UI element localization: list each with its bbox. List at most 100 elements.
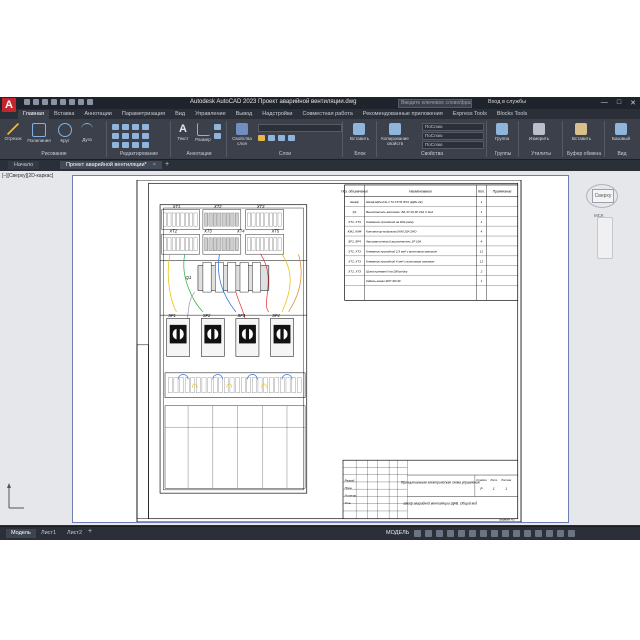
hardware-acceleration-icon[interactable]	[546, 530, 553, 537]
ribbon-tab-4[interactable]: Вид	[170, 110, 190, 119]
color-combo[interactable]: ПоСлою	[422, 123, 484, 131]
open-file-icon[interactable]	[33, 99, 39, 105]
ribbon-tab-3[interactable]: Параметризация	[117, 110, 170, 119]
snap-icon[interactable]	[425, 530, 432, 537]
linetype-combo[interactable]: ПоСлою	[422, 132, 484, 140]
close-tab-icon[interactable]: ×	[153, 162, 156, 168]
maximize-button[interactable]: □	[617, 99, 621, 107]
explode-icon[interactable]	[142, 133, 149, 139]
arc-button[interactable]: Дуга	[78, 123, 96, 142]
fillet-icon[interactable]	[132, 133, 139, 139]
ribbon-tab-0[interactable]: Главная	[18, 110, 49, 119]
modify-group-title[interactable]: Редактирование	[108, 151, 170, 157]
plot-icon[interactable]	[69, 99, 75, 105]
ribbon-tab-11[interactable]: Blocks Tools	[492, 110, 532, 119]
ribbon-tab-6[interactable]: Вывод	[231, 110, 258, 119]
layer-freeze-icon[interactable]	[268, 135, 275, 141]
layout-tab-1[interactable]: Лист1	[36, 529, 61, 538]
groups-group-title[interactable]: Группы	[488, 151, 518, 157]
ortho-icon[interactable]	[436, 530, 443, 537]
viewcube[interactable]: Сверху	[586, 181, 618, 211]
circle-button[interactable]: Круг	[56, 123, 74, 143]
grid-icon[interactable]	[414, 530, 421, 537]
navigation-bar[interactable]	[597, 217, 613, 259]
layers-group-title[interactable]: Слои	[228, 151, 342, 157]
signin-button[interactable]: Вход в службы	[488, 99, 526, 105]
layer-lock-icon[interactable]	[278, 135, 285, 141]
viewport-controls-label[interactable]: [–][Сверху][2D-каркас]	[2, 173, 53, 179]
new-layout-button[interactable]: +	[88, 528, 92, 535]
view-group-title[interactable]: Вид	[606, 151, 638, 157]
layer-match-icon[interactable]	[288, 135, 295, 141]
tab-start[interactable]: Начало	[8, 161, 40, 169]
measure-button[interactable]: Измерить	[526, 123, 552, 141]
undo-icon[interactable]	[78, 99, 84, 105]
minimize-button[interactable]: —	[601, 99, 608, 107]
tab-drawing[interactable]: Проект аварийной вентиляции* ×	[60, 161, 162, 169]
offset-icon[interactable]	[142, 142, 149, 148]
table-icon[interactable]	[214, 133, 221, 139]
ribbon-tab-7[interactable]: Надстройки	[257, 110, 297, 119]
terminal-clamp	[213, 237, 217, 251]
utilities-group-title[interactable]: Утилиты	[520, 151, 562, 157]
viewcube-top-face[interactable]: Сверху	[592, 189, 614, 203]
ribbon-tab-10[interactable]: Express Tools	[448, 110, 492, 119]
new-tab-button[interactable]: +	[165, 161, 169, 168]
layer-combo[interactable]	[258, 124, 342, 132]
selection-cycling-icon[interactable]	[502, 530, 509, 537]
move-icon[interactable]	[112, 124, 119, 130]
erase-icon[interactable]	[142, 124, 149, 130]
clean-screen-icon[interactable]	[557, 530, 564, 537]
copy-icon[interactable]	[112, 133, 119, 139]
annotation-group-title[interactable]: Аннотации	[172, 151, 226, 157]
model-space-toggle[interactable]: МОДЕЛЬ	[386, 530, 409, 536]
trim-icon[interactable]	[132, 124, 139, 130]
match-properties-button[interactable]: Копирование свойств	[380, 123, 410, 146]
layer-on-icon[interactable]	[258, 135, 265, 141]
dimension-button[interactable]: Размер	[194, 123, 212, 142]
properties-group-title[interactable]: Свойства	[378, 151, 486, 157]
insert-block-button[interactable]: Вставить	[350, 123, 369, 141]
mirror-icon[interactable]	[122, 133, 129, 139]
clipboard-group-title[interactable]: Буфер обмена	[564, 151, 604, 157]
osnap-icon[interactable]	[458, 530, 465, 537]
base-view-button[interactable]: Базовый	[612, 123, 630, 141]
layer-properties-button[interactable]: Свойства слоя	[230, 123, 254, 146]
ribbon-tab-5[interactable]: Управление	[190, 110, 231, 119]
paste-button[interactable]: Вставить	[572, 123, 591, 141]
redo-icon[interactable]	[87, 99, 93, 105]
line-button[interactable]: Отрезок	[4, 123, 22, 141]
annotation-scale-icon[interactable]	[513, 530, 520, 537]
workspace-gear-icon[interactable]	[524, 530, 531, 537]
leader-icon[interactable]	[214, 124, 221, 130]
transparency-icon[interactable]	[491, 530, 498, 537]
block-group-title[interactable]: Блок	[344, 151, 376, 157]
ribbon-tab-2[interactable]: Аннотации	[79, 110, 117, 119]
group-button[interactable]: Группа	[493, 123, 511, 141]
polar-icon[interactable]	[447, 530, 454, 537]
rotate-icon[interactable]	[122, 124, 129, 130]
array-icon[interactable]	[132, 142, 139, 148]
layout-tab-model[interactable]: Модель	[6, 529, 36, 538]
customize-menu-icon[interactable]	[568, 530, 575, 537]
scale-icon[interactable]	[122, 142, 129, 148]
save-icon[interactable]	[42, 99, 48, 105]
otrack-icon[interactable]	[469, 530, 476, 537]
save-as-icon[interactable]	[51, 99, 57, 105]
lineweight-icon[interactable]	[480, 530, 487, 537]
cloud-icon[interactable]	[60, 99, 66, 105]
ribbon-tab-9[interactable]: Рекомендованные приложения	[358, 110, 448, 119]
lineweight-combo[interactable]: ПоСлою	[422, 141, 484, 149]
ribbon-tab-1[interactable]: Вставка	[49, 110, 79, 119]
layout-tab-2[interactable]: Лист2	[62, 529, 87, 538]
ribbon-tab-8[interactable]: Совместная работа	[297, 110, 357, 119]
close-button[interactable]: ✕	[630, 99, 636, 107]
isolate-icon[interactable]	[535, 530, 542, 537]
autocad-logo-icon[interactable]: A	[2, 98, 16, 112]
stretch-icon[interactable]	[112, 142, 119, 148]
polyline-button[interactable]: Полилиния	[26, 123, 52, 143]
text-button[interactable]: A Текст	[174, 123, 192, 141]
draw-group-title[interactable]: Рисование	[2, 151, 106, 157]
new-file-icon[interactable]	[24, 99, 30, 105]
search-input[interactable]: Введите ключевое слово/фразу	[398, 99, 472, 108]
